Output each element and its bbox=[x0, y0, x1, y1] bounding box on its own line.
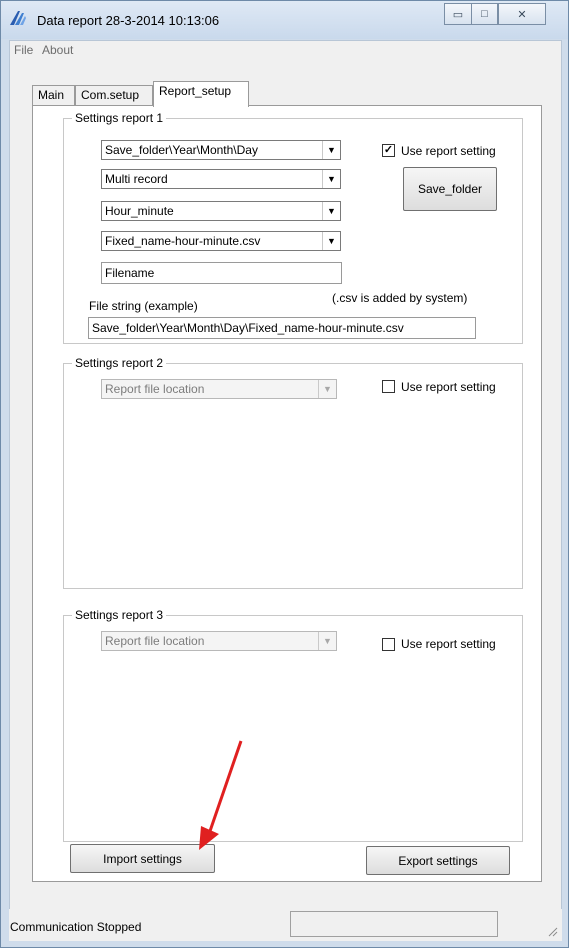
use-report-setting-1-checkbox[interactable]: ✓ bbox=[382, 144, 395, 157]
use-report-setting-1-label: Use report setting bbox=[401, 144, 496, 158]
tab-main[interactable]: Main bbox=[32, 85, 75, 105]
check-mark-icon: ✓ bbox=[383, 144, 394, 156]
dropdown-arrow-icon: ▼ bbox=[318, 632, 336, 650]
record-mode-value: Multi record bbox=[105, 172, 168, 186]
app-window: Data report 28-3-2014 10:13:06 ▭ □ ✕ Fil… bbox=[0, 0, 569, 948]
resize-grip-icon[interactable] bbox=[546, 925, 558, 937]
window-title: Data report 28-3-2014 10:13:06 bbox=[37, 13, 220, 28]
tab-report-setup-label: Report_setup bbox=[159, 84, 232, 98]
file-string-value: Save_folder\Year\Month\Day\Fixed_name-ho… bbox=[92, 321, 404, 335]
tab-report-setup[interactable]: Report_setup bbox=[153, 81, 249, 107]
dropdown-arrow-icon: ▼ bbox=[322, 202, 340, 220]
report-3-location-select[interactable]: Report file location ▼ bbox=[101, 631, 337, 651]
menu-bar: File About bbox=[9, 40, 562, 60]
time-format-select[interactable]: Hour_minute ▼ bbox=[101, 201, 341, 221]
export-settings-label: Export settings bbox=[398, 853, 478, 868]
use-report-setting-3-checkbox[interactable] bbox=[382, 638, 395, 651]
time-format-value: Hour_minute bbox=[105, 204, 174, 218]
record-mode-select[interactable]: Multi record ▼ bbox=[101, 169, 341, 189]
menu-file[interactable]: File bbox=[14, 43, 33, 57]
report-2-location-select[interactable]: Report file location ▼ bbox=[101, 379, 337, 399]
report-3-location-value: Report file location bbox=[105, 634, 205, 648]
close-button[interactable]: ✕ bbox=[498, 3, 546, 25]
tab-main-label: Main bbox=[38, 88, 65, 102]
filename-input[interactable]: Filename bbox=[101, 262, 342, 284]
report-2-location-value: Report file location bbox=[105, 382, 205, 396]
minimize-button[interactable]: ▭ bbox=[444, 3, 472, 25]
csv-note: (.csv is added by system) bbox=[332, 291, 468, 305]
export-settings-button[interactable]: Export settings bbox=[366, 846, 510, 875]
settings-report-1-label: Settings report 1 bbox=[72, 111, 167, 125]
status-text: Communication Stopped bbox=[10, 920, 142, 934]
menu-about[interactable]: About bbox=[42, 43, 73, 57]
minimize-icon: ▭ bbox=[452, 8, 464, 21]
maximize-button[interactable]: □ bbox=[471, 3, 498, 25]
maximize-icon: □ bbox=[481, 8, 488, 20]
use-report-setting-2-label: Use report setting bbox=[401, 380, 496, 394]
use-report-setting-2-checkbox[interactable] bbox=[382, 380, 395, 393]
annotation-arrow-icon bbox=[199, 740, 243, 850]
name-format-select[interactable]: Fixed_name-hour-minute.csv ▼ bbox=[101, 231, 341, 251]
dropdown-arrow-icon: ▼ bbox=[322, 232, 340, 250]
dropdown-arrow-icon: ▼ bbox=[318, 380, 336, 398]
title-bar[interactable]: Data report 28-3-2014 10:13:06 ▭ □ ✕ bbox=[1, 1, 568, 39]
folder-structure-value: Save_folder\Year\Month\Day bbox=[105, 143, 258, 157]
tab-com-setup-label: Com.setup bbox=[81, 88, 140, 102]
dropdown-arrow-icon: ▼ bbox=[322, 141, 340, 159]
close-icon: ✕ bbox=[517, 8, 527, 21]
settings-report-3-label: Settings report 3 bbox=[72, 608, 167, 622]
settings-report-2-label: Settings report 2 bbox=[72, 356, 167, 370]
app-logo-icon bbox=[10, 11, 26, 25]
folder-structure-select[interactable]: Save_folder\Year\Month\Day ▼ bbox=[101, 140, 341, 160]
name-format-value: Fixed_name-hour-minute.csv bbox=[105, 234, 261, 248]
file-string-label: File string (example) bbox=[89, 299, 198, 313]
status-panel bbox=[290, 911, 498, 937]
file-string-field[interactable]: Save_folder\Year\Month\Day\Fixed_name-ho… bbox=[88, 317, 476, 339]
dropdown-arrow-icon: ▼ bbox=[322, 170, 340, 188]
import-settings-label: Import settings bbox=[103, 851, 182, 866]
tab-com-setup[interactable]: Com.setup bbox=[75, 85, 153, 105]
save-folder-button[interactable]: Save_folder bbox=[403, 167, 497, 211]
use-report-setting-3-label: Use report setting bbox=[401, 637, 496, 651]
save-folder-button-label: Save_folder bbox=[417, 182, 483, 196]
filename-value: Filename bbox=[105, 266, 155, 280]
